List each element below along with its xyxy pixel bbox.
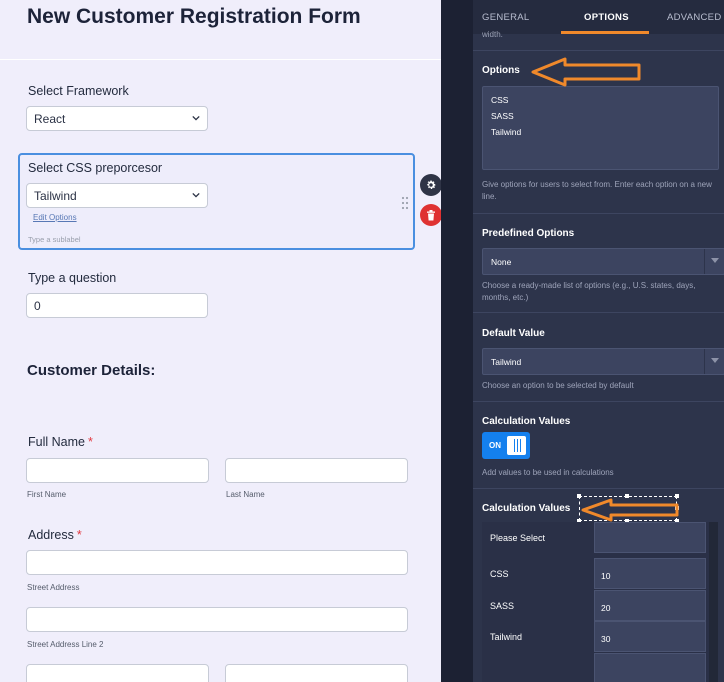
truncated-help-text: width. [482,30,503,39]
framework-select-value: React [34,112,66,126]
section-divider [473,488,724,489]
predefined-options-title: Predefined Options [482,228,575,239]
default-value-help: Choose an option to be selected by defau… [482,381,634,390]
default-value-title: Default Value [482,328,545,339]
required-mark: * [87,435,93,449]
last-name-input[interactable] [225,458,408,483]
calc-row-label: SASS [490,601,515,611]
framework-label: Select Framework [28,84,129,98]
address-label-text: Address [28,528,74,542]
first-name-sublabel: First Name [27,490,67,499]
state-input[interactable] [225,664,408,682]
panel-tabs: GENERAL OPTIONS ADVANCED [473,0,724,34]
toggle-state-text: ON [489,441,501,450]
options-help: Give options for users to select from. E… [482,180,712,201]
css-select[interactable]: Tailwind [26,183,208,208]
calc-row-label: Tailwind [490,632,523,642]
section-divider [473,401,724,402]
predefined-options-select[interactable]: None [482,248,724,275]
toggle-grip-icon [514,439,521,452]
calc-values-title: Calculation Values [482,503,571,514]
option-line: Tailwind [491,127,522,137]
required-mark: * [76,528,82,542]
chevron-down-icon [711,358,719,363]
calc-row: SASS 20 [482,590,718,621]
address-label: Address * [28,528,82,542]
tab-options[interactable]: OPTIONS [584,12,629,23]
question-label: Type a question [28,271,117,285]
tab-general[interactable]: GENERAL [482,12,530,23]
section-divider [473,213,724,214]
css-select-label[interactable]: Select CSS preporcesor [28,161,162,175]
properties-panel: GENERAL OPTIONS ADVANCED width. Options … [473,0,724,682]
last-name-sublabel: Last Name [226,490,265,499]
street-address-line2-sublabel: Street Address Line 2 [27,640,104,649]
calc-row [482,653,718,682]
tab-advanced[interactable]: ADVANCED [667,12,721,23]
calc-row-label: CSS [490,569,509,579]
full-name-label: Full Name * [28,435,93,449]
section-heading-customer-details: Customer Details: [27,362,156,379]
street-address-line2-input[interactable] [26,607,408,632]
chevron-down-icon [192,115,200,121]
full-name-label-text: Full Name [28,435,85,449]
panel-gutter [441,0,473,682]
street-address-input[interactable] [26,550,408,575]
question-input[interactable]: 0 [26,293,208,318]
edit-options-link[interactable]: Edit Options [33,213,77,222]
calc-row-value-input[interactable]: 10 [594,558,706,589]
options-title: Options [482,65,520,76]
field-properties-button[interactable] [420,174,441,196]
active-tab-indicator [561,31,649,34]
calc-row-label: Please Select [490,533,546,543]
section-divider [473,50,724,51]
calc-values-table: Please Select CSS 10 SASS 20 Tailwind 30 [482,522,718,682]
form-title[interactable]: New Customer Registration Form [27,5,361,29]
form-canvas: New Customer Registration Form Select Fr… [0,0,441,682]
calculation-values-toggle[interactable]: ON [482,432,530,459]
arrow-left-icon [531,57,641,87]
calc-row: CSS 10 [482,558,718,589]
calc-row-value-input[interactable] [594,653,706,682]
first-name-input[interactable] [26,458,209,483]
calc-toggle-title: Calculation Values [482,416,571,427]
city-input[interactable] [26,664,209,682]
sublabel-placeholder[interactable]: Type a sublabel [28,235,81,244]
framework-select[interactable]: React [26,106,208,131]
predefined-options-value: None [491,257,512,267]
drag-handle-icon[interactable] [401,196,409,210]
section-divider [473,312,724,313]
calc-row-value-input[interactable] [594,522,706,553]
chevron-down-icon [711,258,719,263]
delete-field-button[interactable] [420,204,441,226]
calc-row: Please Select [482,522,718,553]
dropdown-toggle[interactable] [704,349,724,374]
option-line: SASS [491,111,514,121]
dropdown-toggle[interactable] [704,249,724,274]
calc-row-value-input[interactable]: 20 [594,590,706,621]
calc-table-scrollbar[interactable] [709,522,718,682]
calc-row-value-input[interactable]: 30 [594,621,706,652]
chevron-down-icon [192,192,200,198]
default-value-select[interactable]: Tailwind [482,348,724,375]
gear-icon [427,180,436,189]
arrow-left-icon [581,498,679,522]
trash-icon [427,209,435,220]
css-select-value: Tailwind [34,189,77,203]
street-address-sublabel: Street Address [27,583,80,592]
predefined-options-help: Choose a ready-made list of options (e.g… [482,281,696,302]
calc-row: Tailwind 30 [482,621,718,652]
calc-toggle-help: Add values to be used in calculations [482,468,614,477]
title-divider [0,59,441,60]
option-line: CSS [491,95,509,105]
options-textarea[interactable]: CSS SASS Tailwind [482,86,719,170]
default-value-value: Tailwind [491,357,522,367]
